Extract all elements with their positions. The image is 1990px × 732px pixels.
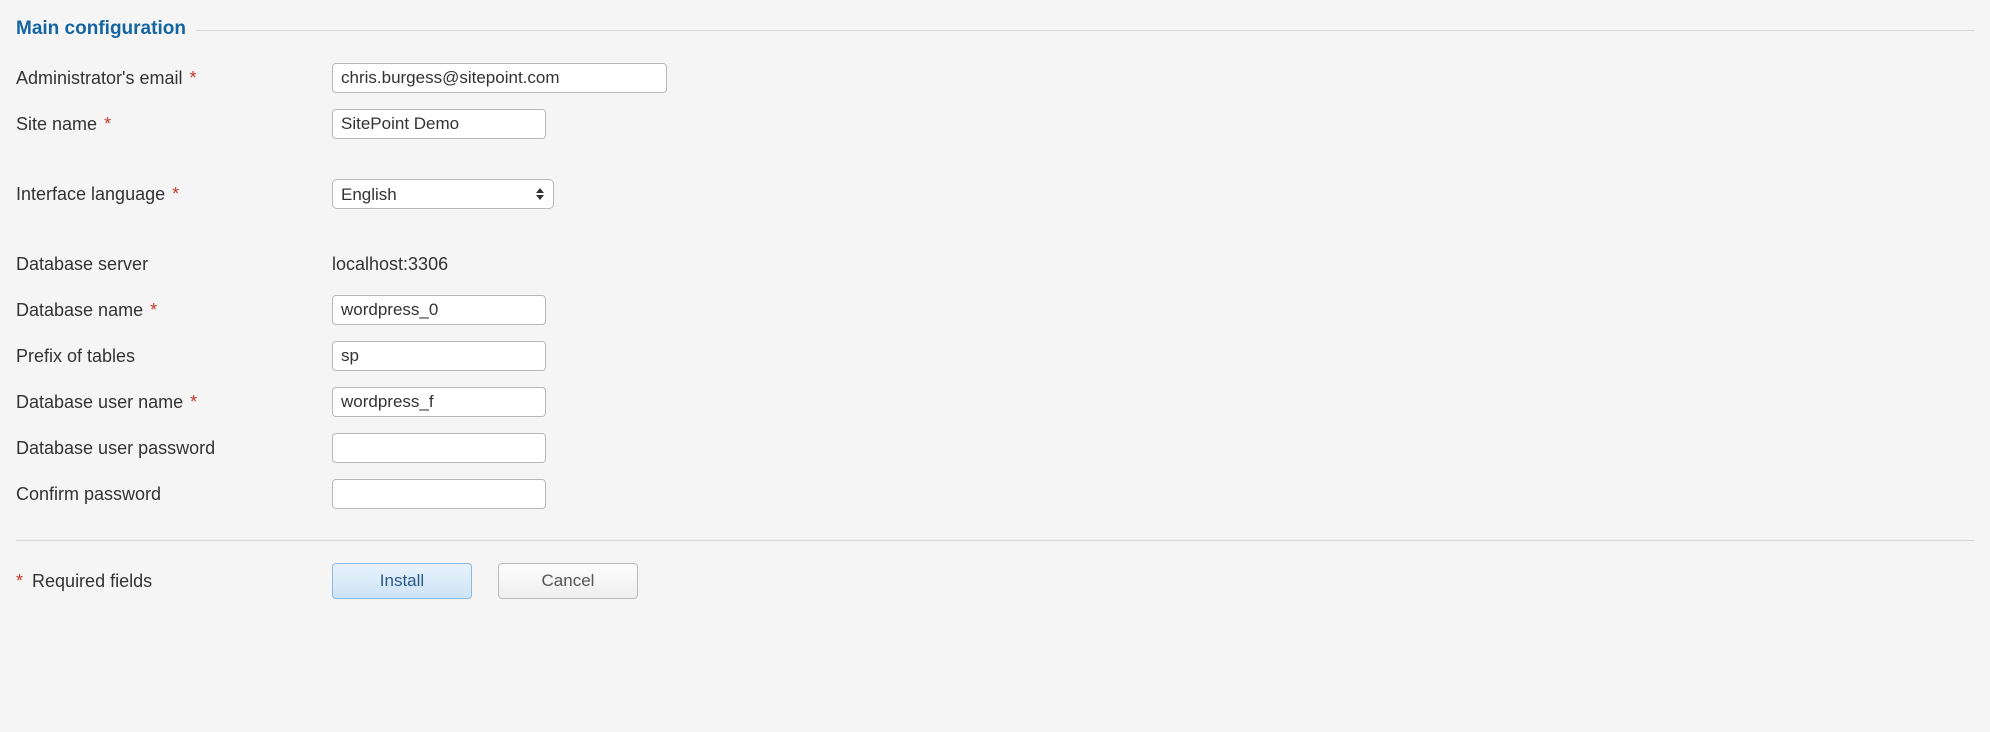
label-text: Database server [16, 254, 148, 274]
row-db-server: Database server localhost:3306 [16, 248, 1974, 280]
db-server-value: localhost:3306 [332, 254, 448, 275]
label-confirm-password: Confirm password [16, 484, 332, 505]
required-fields-text: Required fields [32, 571, 152, 591]
row-db-name: Database name * [16, 294, 1974, 326]
admin-email-input[interactable] [332, 63, 667, 93]
label-db-name: Database name * [16, 300, 332, 321]
label-admin-email: Administrator's email * [16, 68, 332, 89]
row-db-user-name: Database user name * [16, 386, 1974, 418]
label-text: Database user password [16, 438, 215, 458]
label-db-user-name: Database user name * [16, 392, 332, 413]
db-user-name-input[interactable] [332, 387, 546, 417]
label-text: Interface language [16, 184, 165, 204]
label-interface-language: Interface language * [16, 184, 332, 205]
required-star-icon: * [190, 68, 197, 88]
label-text: Database user name [16, 392, 183, 412]
label-text: Confirm password [16, 484, 161, 504]
label-site-name: Site name * [16, 114, 332, 135]
form-body: Administrator's email * Site name * Inte… [16, 40, 1974, 510]
label-prefix-tables: Prefix of tables [16, 346, 332, 367]
label-db-server: Database server [16, 254, 332, 275]
footer-row: * Required fields Install Cancel [16, 563, 1974, 599]
fieldset-divider-line [16, 30, 1974, 31]
db-name-input[interactable] [332, 295, 546, 325]
row-db-user-password: Database user password [16, 432, 1974, 464]
db-user-password-input[interactable] [332, 433, 546, 463]
cancel-button[interactable]: Cancel [498, 563, 638, 599]
required-star-icon: * [190, 392, 197, 412]
site-name-input[interactable] [332, 109, 546, 139]
required-star-icon: * [150, 300, 157, 320]
required-fields-note: * Required fields [16, 571, 332, 592]
required-star-icon: * [16, 571, 23, 591]
required-star-icon: * [104, 114, 111, 134]
row-interface-language: Interface language * English [16, 178, 1974, 210]
main-configuration-fieldset: Main configuration Administrator's email… [16, 18, 1974, 510]
label-text: Administrator's email [16, 68, 182, 88]
label-db-user-password: Database user password [16, 438, 332, 459]
row-confirm-password: Confirm password [16, 478, 1974, 510]
fieldset-legend: Main configuration [16, 18, 196, 40]
label-text: Database name [16, 300, 143, 320]
row-prefix-tables: Prefix of tables [16, 340, 1974, 372]
required-star-icon: * [172, 184, 179, 204]
interface-language-select[interactable]: English [332, 179, 554, 209]
row-admin-email: Administrator's email * [16, 62, 1974, 94]
label-text: Site name [16, 114, 97, 134]
confirm-password-input[interactable] [332, 479, 546, 509]
prefix-tables-input[interactable] [332, 341, 546, 371]
row-site-name: Site name * [16, 108, 1974, 140]
footer-divider [16, 540, 1974, 541]
install-button[interactable]: Install [332, 563, 472, 599]
label-text: Prefix of tables [16, 346, 135, 366]
